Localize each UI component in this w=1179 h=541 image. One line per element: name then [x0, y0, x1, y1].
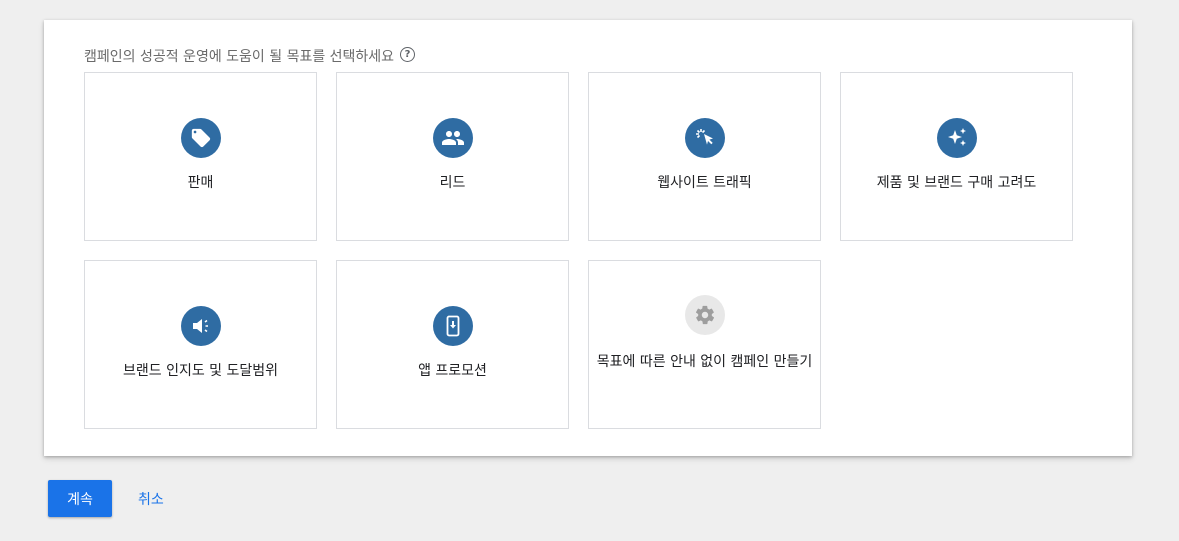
gear-icon [685, 295, 725, 335]
goal-label: 목표에 따른 안내 없이 캠페인 만들기 [596, 354, 813, 370]
goal-selection-card: 캠페인의 성공적 운영에 도움이 될 목표를 선택하세요 ? 판매 리드 웹사이… [44, 20, 1132, 456]
goal-label: 리드 [439, 175, 466, 191]
goal-tile-awareness[interactable]: 브랜드 인지도 및 도달범위 [84, 260, 317, 429]
tag-icon [181, 118, 221, 158]
goal-tile-leads[interactable]: 리드 [336, 72, 569, 241]
speaker-icon [181, 306, 221, 346]
help-icon[interactable]: ? [400, 47, 416, 62]
goal-label: 앱 프로모션 [418, 363, 487, 379]
goal-tile-sales[interactable]: 판매 [84, 72, 317, 241]
people-icon [433, 118, 473, 158]
cancel-button[interactable]: 취소 [128, 480, 174, 517]
prompt-text: 캠페인의 성공적 운영에 도움이 될 목표를 선택하세요 [84, 49, 395, 65]
prompt-row: 캠페인의 성공적 운영에 도움이 될 목표를 선택하세요 ? [84, 46, 416, 66]
phone-download-icon [433, 306, 473, 346]
goal-label: 판매 [187, 175, 214, 191]
goal-tile-website-traffic[interactable]: 웹사이트 트래픽 [588, 72, 821, 241]
goal-label: 제품 및 브랜드 구매 고려도 [876, 175, 1037, 191]
goal-tile-no-goal[interactable]: 목표에 따른 안내 없이 캠페인 만들기 [588, 260, 821, 429]
goal-label: 브랜드 인지도 및 도달범위 [122, 363, 279, 379]
sparkle-icon [937, 118, 977, 158]
cursor-click-icon [685, 118, 725, 158]
goal-tile-app-promotion[interactable]: 앱 프로모션 [336, 260, 569, 429]
continue-button[interactable]: 계속 [48, 480, 112, 517]
goal-tile-consideration[interactable]: 제품 및 브랜드 구매 고려도 [840, 72, 1073, 241]
goal-label: 웹사이트 트래픽 [657, 175, 752, 191]
